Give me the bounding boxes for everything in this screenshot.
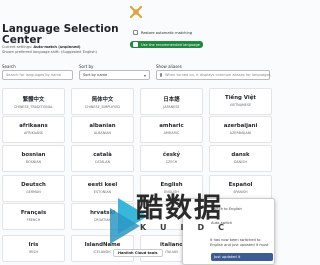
app-logo-icon (129, 5, 143, 19)
language-name: azerbaijani (223, 123, 258, 129)
language-card[interactable]: azerbaijani AZERBAIJANI (209, 116, 272, 143)
language-code: FRENCH (26, 217, 41, 222)
current-settings-label: Current settings: (2, 45, 33, 49)
use-recommended-label: Use the recommended language (141, 42, 200, 47)
checkbox-checked-icon (133, 42, 138, 47)
language-name: 日本語 (163, 97, 180, 103)
language-name: amharic (159, 123, 184, 129)
language-card[interactable]: eesti keel ESTONIAN (71, 175, 134, 202)
language-card[interactable]: Iris IRISH (2, 235, 65, 262)
language-code: AFRIKAANS (24, 130, 43, 135)
language-code: IRISH (28, 249, 38, 254)
language-card[interactable]: amharic AMHARIC (140, 116, 203, 143)
language-code: CHINESE_SIMPLIFIED (85, 104, 120, 109)
dialog-line-1: Switch to English (211, 207, 242, 211)
language-code: CATALAN (94, 159, 111, 164)
language-name: Iris (28, 242, 39, 248)
language-card[interactable]: Français FRENCH (2, 203, 65, 230)
dialog-line-2: Auto-switch (211, 221, 233, 225)
sort-select[interactable]: Sort by name ▾ (79, 70, 150, 80)
language-name: dansk (231, 152, 250, 158)
language-name: 简体中文 (91, 97, 114, 103)
language-card[interactable]: 简体中文 CHINESE_SIMPLIFIED (71, 88, 134, 115)
language-card[interactable]: albanian ALBANIAN (71, 116, 134, 143)
language-card[interactable]: Tiếng Việt VIETNAMESE (209, 88, 272, 115)
language-code: ENGLISH (164, 189, 179, 194)
search-input[interactable]: Search for languages by name (2, 70, 73, 80)
sort-value: Sort by name (83, 73, 108, 77)
language-code: CHINESE_TRADITIONAL (14, 104, 53, 109)
language-name: Español (228, 182, 253, 188)
language-code: CZECH (165, 159, 178, 164)
language-card[interactable]: dansk DANISH (209, 145, 272, 172)
language-name: český (162, 152, 181, 158)
switch-dialog: Switch to English Auto-switch It has now… (182, 198, 275, 265)
language-code: ALBANIAN (93, 130, 111, 135)
tooltip: Hanlinh Cloud tools (113, 249, 163, 257)
checkbox-icon (160, 73, 162, 77)
page-subtitle: Current settings: Auto-match (unpinned) … (2, 45, 127, 54)
language-name: bosnian (21, 152, 46, 158)
dialog-body: It has now been switched to English and … (210, 238, 269, 247)
language-name: eesti keel (87, 182, 118, 188)
dialog-button[interactable]: Just updated it (211, 253, 273, 261)
language-name: afrikaans (19, 123, 48, 129)
language-code: ESTONIAN (93, 189, 112, 194)
language-card[interactable]: český CZECH (140, 145, 203, 172)
aliases-toggle[interactable]: When turned on, it displays common alias… (156, 70, 271, 80)
current-settings-value: Auto-match (unpinned) (33, 45, 81, 49)
language-code: DANISH (234, 159, 247, 164)
language-card[interactable]: català CATALAN (71, 145, 134, 172)
language-name: English (160, 182, 183, 188)
language-code: GERMAN (26, 189, 41, 194)
aliases-label: Show aliases (156, 64, 182, 69)
aliases-text: When turned on, it displays common alias… (165, 73, 271, 77)
language-code: BOSNIAN (25, 159, 42, 164)
language-card[interactable]: hrvatski CROATIAN (71, 203, 134, 230)
language-name: albanian (89, 123, 116, 129)
page-title: Language Selection Center (2, 23, 119, 46)
language-code: SPANISH (233, 189, 248, 194)
checkbox-icon (133, 30, 138, 35)
language-name: català (93, 152, 112, 158)
detected-language-line: Shown preferred language shift: (Suggest… (2, 49, 97, 54)
language-card[interactable]: 繁體中文 CHINESE_TRADITIONAL (2, 88, 65, 115)
language-code: AZERBAIJANI (229, 130, 252, 135)
chevron-down-icon: ▾ (143, 73, 146, 78)
language-name: 繁體中文 (22, 97, 45, 103)
use-recommended-toggle[interactable]: Use the recommended language (130, 41, 203, 48)
language-name: hrvatski (90, 210, 115, 216)
language-card[interactable]: Deutsch GERMAN (2, 175, 65, 202)
language-name: Français (20, 210, 47, 216)
language-name: Tiếng Việt (225, 95, 256, 101)
restore-auto-label: Restore automatic matching (141, 30, 193, 35)
language-name: Deutsch (21, 182, 46, 188)
language-card[interactable]: 日本語 JAPANESE (140, 88, 203, 115)
language-name: IslandName (84, 242, 121, 248)
sort-label: Sort by (79, 64, 94, 69)
search-label: Search (2, 64, 16, 69)
language-card[interactable]: bosnian BOSNIAN (2, 145, 65, 172)
language-card[interactable]: afrikaans AFRIKAANS (2, 116, 65, 143)
language-code: AMHARIC (163, 130, 180, 135)
language-code: VIETNAMESE (229, 102, 252, 107)
restore-auto-toggle[interactable]: Restore automatic matching (130, 29, 195, 36)
language-code: CROATIAN (93, 217, 112, 222)
language-code: JAPANESE (163, 104, 180, 109)
